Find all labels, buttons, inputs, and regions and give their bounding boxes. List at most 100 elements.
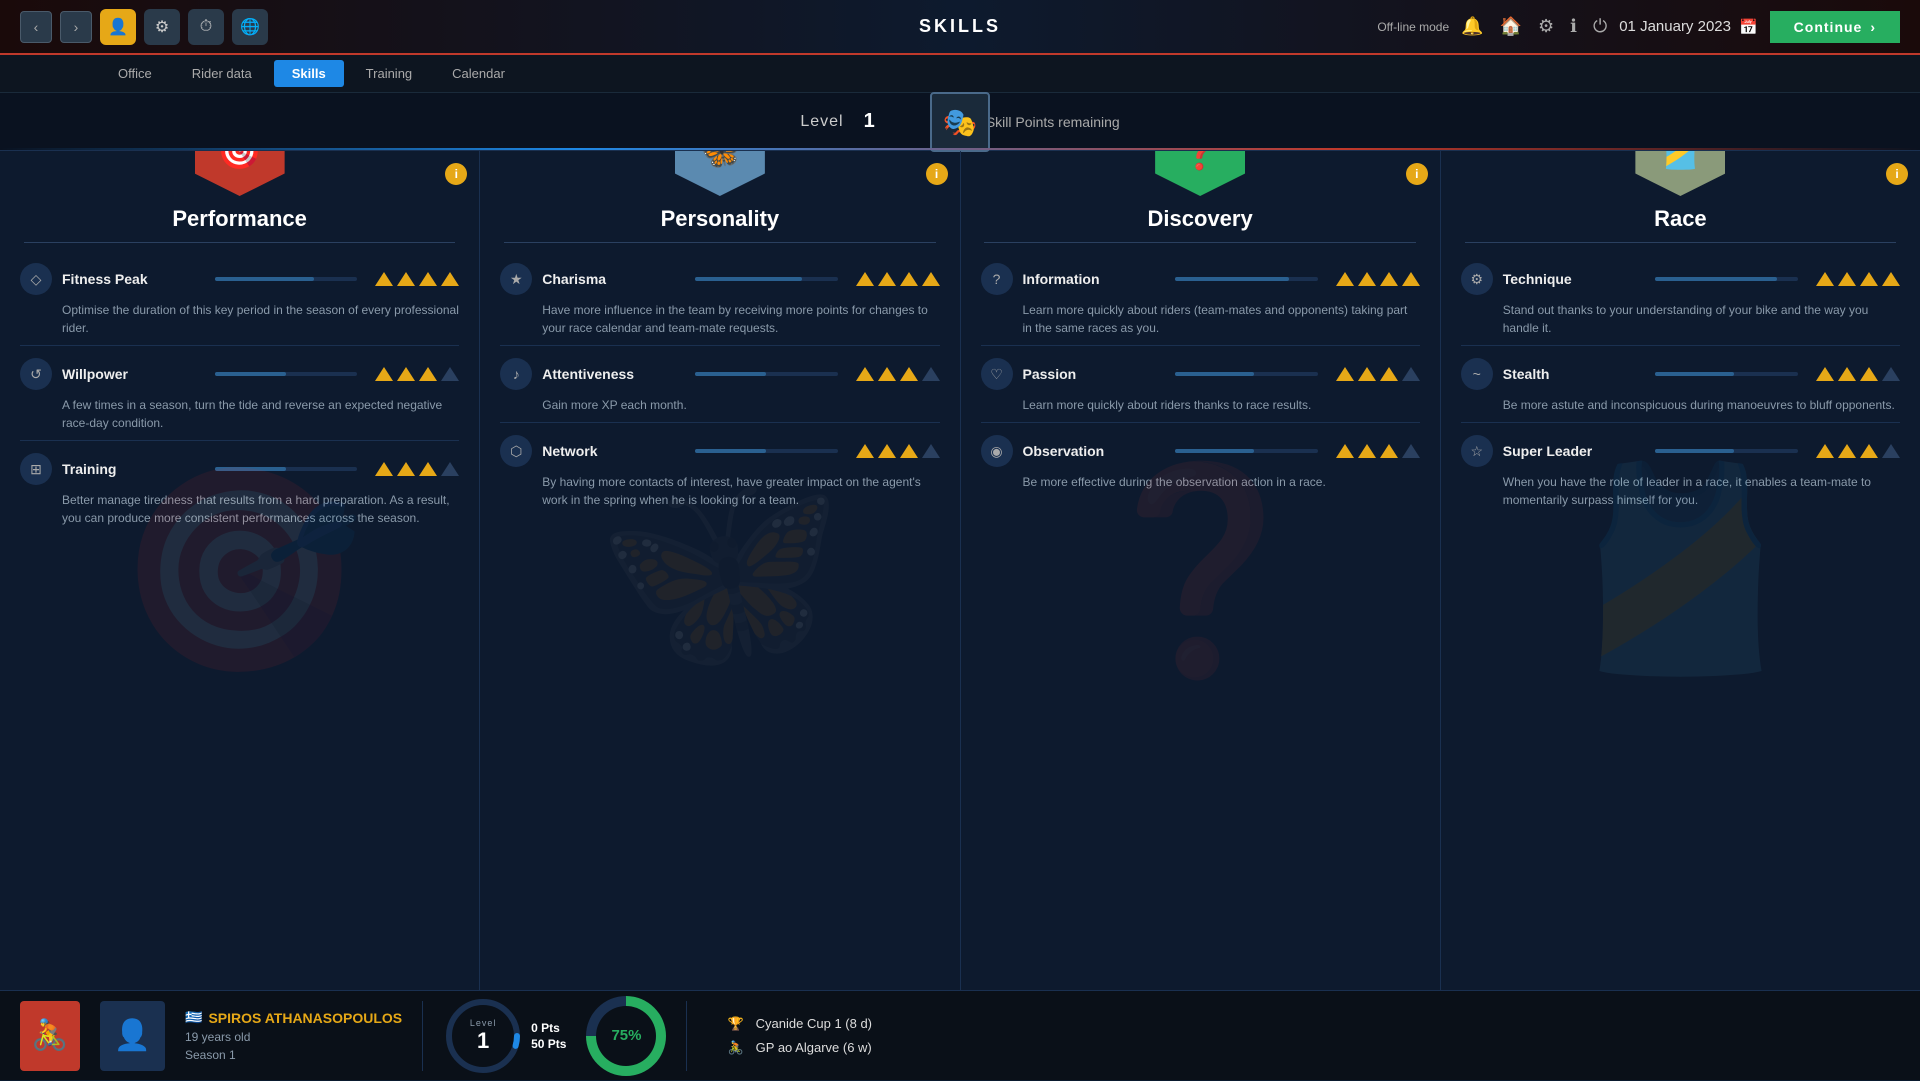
nav-person-icon[interactable]: 👤 — [100, 9, 136, 45]
skill-desc-personality-2: By having more contacts of interest, hav… — [500, 473, 939, 509]
skill-desc-race-1: Be more astute and inconspicuous during … — [1461, 396, 1900, 414]
category-divider-personality — [504, 242, 935, 243]
skill-item-personality-1[interactable]: ♪AttentivenessGain more XP each month. — [500, 346, 939, 423]
skill-desc-performance-0: Optimise the duration of this key period… — [20, 301, 459, 337]
subnav-calendar[interactable]: Calendar — [434, 60, 523, 87]
skill-item-performance-1[interactable]: ↺WillpowerA few times in a season, turn … — [20, 346, 459, 441]
skill-header-race-1: ~Stealth — [1461, 358, 1900, 390]
skill-header-performance-1: ↺Willpower — [20, 358, 459, 390]
skill-item-discovery-1[interactable]: ♡PassionLearn more quickly about riders … — [981, 346, 1420, 423]
skill-list-race: ⚙TechniqueStand out thanks to your under… — [1441, 251, 1920, 517]
info-button-performance[interactable]: i — [445, 163, 467, 185]
info-icon[interactable]: ℹ — [1570, 16, 1577, 37]
skill-icon-personality-0: ★ — [500, 263, 532, 295]
race-event-text-0: Cyanide Cup 1 (8 d) — [756, 1016, 872, 1031]
skill-name-race-0: Technique — [1503, 271, 1646, 287]
skill-triangle-race-0-3 — [1882, 272, 1900, 286]
skill-triangle-performance-0-1 — [397, 272, 415, 286]
skill-track-discovery-1 — [1175, 372, 1318, 376]
calendar-icon[interactable]: 📅 — [1739, 18, 1758, 36]
skill-triangle-discovery-2-1 — [1358, 444, 1376, 458]
pts-info: 0 Pts 50 Pts — [531, 1021, 566, 1051]
power-icon[interactable]: ⏻ — [1593, 16, 1607, 37]
skill-triangle-discovery-2-3 — [1402, 444, 1420, 458]
skill-name-race-1: Stealth — [1503, 366, 1646, 382]
skill-bars-race-0 — [1816, 272, 1900, 286]
nav-back-button[interactable]: ‹ — [20, 11, 52, 43]
skill-name-discovery-2: Observation — [1023, 443, 1166, 459]
skill-item-performance-0[interactable]: ◇Fitness Peak Optimise the duration of th… — [20, 251, 459, 346]
skill-item-race-1[interactable]: ~Stealth Be more astute and inconspicuous… — [1461, 346, 1900, 423]
nav-clock-icon[interactable]: ⏱ — [188, 9, 224, 45]
skill-bars-race-2 — [1816, 444, 1900, 458]
skill-item-race-2[interactable]: ☆Super LeaderWhen you have the role of l… — [1461, 423, 1900, 517]
skill-track-fill-discovery-1 — [1175, 372, 1253, 376]
skill-triangle-discovery-0-3 — [1402, 272, 1420, 286]
skill-triangle-discovery-2-2 — [1380, 444, 1398, 458]
home-icon[interactable]: 🏠 — [1500, 16, 1522, 37]
skill-bars-performance-1 — [375, 367, 459, 381]
skill-triangle-performance-2-3 — [441, 462, 459, 476]
info-button-personality[interactable]: i — [926, 163, 948, 185]
skill-desc-race-2: When you have the role of leader in a ra… — [1461, 473, 1900, 509]
skill-item-personality-2[interactable]: ⬡NetworkBy having more contacts of inter… — [500, 423, 939, 517]
player-age-text: 19 years old — [185, 1030, 250, 1044]
category-divider-discovery — [984, 242, 1415, 243]
skill-triangle-discovery-2-0 — [1336, 444, 1354, 458]
nav-globe-icon[interactable]: 🌐 — [232, 9, 268, 45]
category-title-personality: Personality — [661, 206, 780, 232]
category-title-performance: Performance — [172, 206, 307, 232]
skill-track-fill-race-0 — [1655, 277, 1776, 281]
player-age: 19 years old — [185, 1030, 402, 1044]
skill-item-discovery-2[interactable]: ◉ObservationBe more effective during the… — [981, 423, 1420, 499]
skill-header-discovery-0: ?Information — [981, 263, 1420, 295]
skill-bars-discovery-2 — [1336, 444, 1420, 458]
skill-bars-personality-1 — [856, 367, 940, 381]
skill-item-personality-0[interactable]: ★CharismaHave more influence in the team… — [500, 251, 939, 346]
skill-bars-personality-2 — [856, 444, 940, 458]
nav-wheel-icon[interactable]: ⚙ — [144, 9, 180, 45]
race-event-0[interactable]: 🏆 Cyanide Cup 1 (8 d) — [727, 1016, 1900, 1032]
race-event-1[interactable]: 🚴 GP ao Algarve (6 w) — [727, 1040, 1900, 1056]
subnav-office[interactable]: Office — [100, 60, 170, 87]
skill-header-personality-1: ♪Attentiveness — [500, 358, 939, 390]
subnav-training[interactable]: Training — [348, 60, 430, 87]
skill-item-race-0[interactable]: ⚙TechniqueStand out thanks to your under… — [1461, 251, 1900, 346]
skill-header-performance-0: ◇Fitness Peak — [20, 263, 459, 295]
level-label: Level — [800, 113, 843, 131]
info-button-race[interactable]: i — [1886, 163, 1908, 185]
settings-icon[interactable]: ⚙ — [1538, 16, 1554, 37]
skill-triangle-discovery-0-1 — [1358, 272, 1376, 286]
skill-icon-personality-2: ⬡ — [500, 435, 532, 467]
skill-desc-discovery-1: Learn more quickly about riders thanks t… — [981, 396, 1420, 414]
level-value: 1 — [864, 110, 875, 133]
skill-item-discovery-0[interactable]: ?InformationLearn more quickly about rid… — [981, 251, 1420, 346]
system-icons: 🔔 🏠 ⚙ ℹ ⏻ — [1461, 16, 1607, 37]
top-bar: ‹ › 👤 ⚙ ⏱ 🌐 SKILLS Off-line mode 🔔 🏠 ⚙ ℹ… — [0, 0, 1920, 55]
nav-forward-button[interactable]: › — [60, 11, 92, 43]
skill-triangle-personality-2-2 — [900, 444, 918, 458]
skill-header-personality-0: ★Charisma — [500, 263, 939, 295]
race-event-icon-0: 🏆 — [727, 1016, 743, 1032]
skill-bars-discovery-1 — [1336, 367, 1420, 381]
offline-mode-label: Off-line mode — [1377, 20, 1449, 34]
skill-bars-performance-0 — [375, 272, 459, 286]
divider-2 — [686, 1001, 687, 1071]
skill-triangle-performance-2-1 — [397, 462, 415, 476]
skill-track-fill-personality-2 — [695, 449, 766, 453]
player-jersey: 🚴 — [20, 1001, 80, 1071]
skill-icon-discovery-0: ? — [981, 263, 1013, 295]
bell-icon[interactable]: 🔔 — [1461, 16, 1483, 37]
skill-header-performance-2: ⊞Training — [20, 453, 459, 485]
subnav-rider-data[interactable]: Rider data — [174, 60, 270, 87]
player-name: 🇬🇷 SPIROS ATHANASOPOULOS — [185, 1009, 402, 1026]
continue-button[interactable]: Continue › — [1770, 11, 1900, 43]
skill-track-fill-discovery-0 — [1175, 277, 1289, 281]
skill-triangle-race-0-1 — [1838, 272, 1856, 286]
skill-icon-personality-1: ♪ — [500, 358, 532, 390]
skill-triangle-discovery-1-2 — [1380, 367, 1398, 381]
skill-item-performance-2[interactable]: ⊞TrainingBetter manage tiredness that re… — [20, 441, 459, 535]
subnav-skills[interactable]: Skills — [274, 60, 344, 87]
skill-track-personality-1 — [695, 372, 838, 376]
info-button-discovery[interactable]: i — [1406, 163, 1428, 185]
